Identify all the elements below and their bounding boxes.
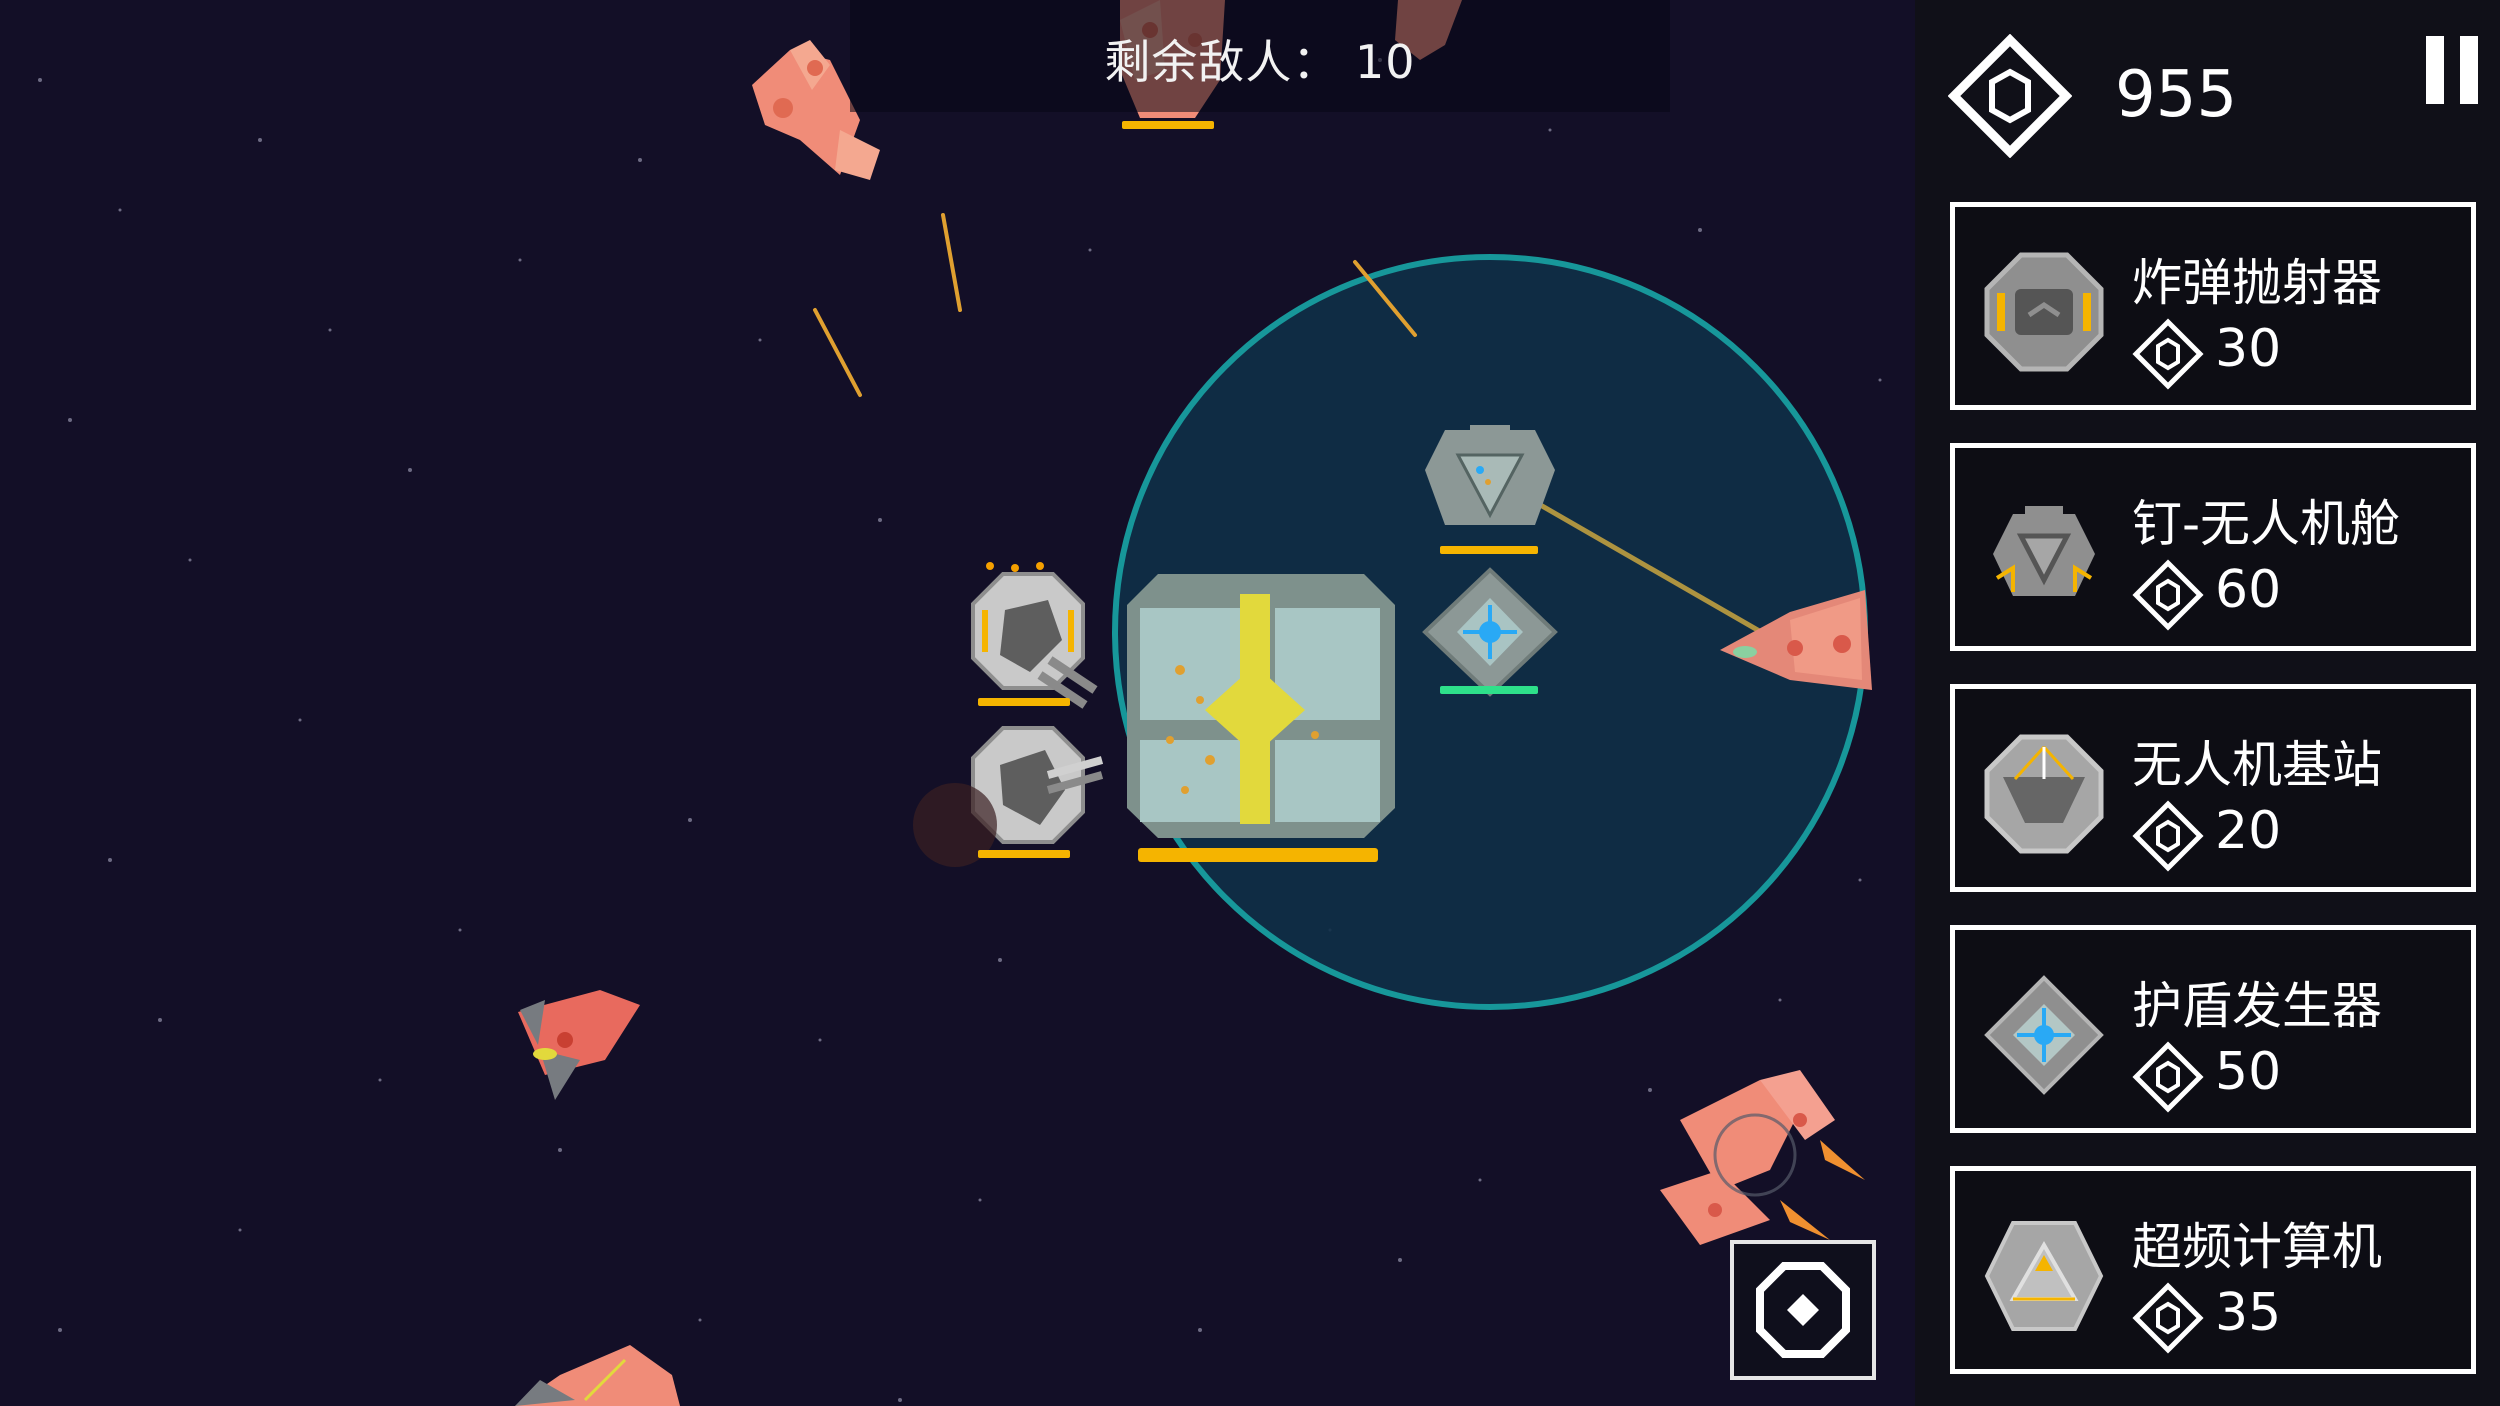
core-base[interactable] xyxy=(1127,574,1395,862)
shield-generator-icon xyxy=(1984,975,2104,1095)
shop-item-drone-base[interactable]: 无人机基站 20 xyxy=(1950,684,2476,892)
shop-item-bomb-launcher[interactable]: 炸弹抛射器 30 xyxy=(1950,202,2476,410)
pause-icon xyxy=(2426,36,2444,104)
pause-button[interactable] xyxy=(2420,30,2490,110)
shop-item-label: 炸弹抛射器 xyxy=(2132,254,2382,312)
shop-item-label: 护盾发生器 xyxy=(2132,977,2382,1035)
enemies-remaining-label: 剩余敌人： 10 xyxy=(1104,35,1416,89)
shop-item-cost: 60 xyxy=(2215,560,2282,620)
shop-item-overclock-computer[interactable]: 超频计算机 35 xyxy=(1950,1166,2476,1374)
shop-item-cost: 20 xyxy=(2215,801,2282,861)
drone-bay-health-bar xyxy=(1440,546,1538,554)
shop-item-label: 无人机基站 xyxy=(2132,736,2382,794)
shop-item-label: 钉-无人机舱 xyxy=(2132,495,2401,553)
drone-base-icon xyxy=(1984,734,2104,854)
shop-item-cost: 50 xyxy=(2215,1042,2282,1102)
build-mode-icon xyxy=(1756,1262,1850,1358)
enemy-ship xyxy=(518,990,640,1100)
cannon-turret[interactable] xyxy=(971,562,1098,709)
shield-energy-bar xyxy=(1440,686,1538,694)
cannon-health-bar xyxy=(978,850,1070,858)
shop-item-cost: 30 xyxy=(2215,319,2282,379)
gem-hexagon-icon xyxy=(2132,800,2204,872)
cannon-health-bar xyxy=(978,698,1070,706)
bomb-launcher-icon xyxy=(1984,252,2104,372)
gem-hexagon-icon xyxy=(1948,34,2072,158)
gem-hexagon-icon xyxy=(2132,1282,2204,1354)
gem-hexagon-icon xyxy=(2132,559,2204,631)
build-mode-button[interactable] xyxy=(1730,1240,1876,1380)
pause-icon xyxy=(2460,36,2478,104)
gem-hexagon-icon xyxy=(2132,318,2204,390)
enemy-ship xyxy=(1660,1070,1865,1245)
core-health-bar xyxy=(1138,848,1378,862)
nail-drone-bay-icon xyxy=(1993,506,2095,596)
overclock-computer-icon xyxy=(1984,1221,2104,1331)
gem-hexagon-icon xyxy=(2132,1041,2204,1113)
cannon-turret[interactable] xyxy=(913,726,1104,867)
shop-item-nail-drone-bay[interactable]: 钉-无人机舱 60 xyxy=(1950,443,2476,651)
currency-value: 955 xyxy=(2115,58,2238,132)
shop-item-shield-generator[interactable]: 护盾发生器 50 xyxy=(1950,925,2476,1133)
shop-item-cost: 35 xyxy=(2215,1283,2282,1343)
enemy-ship xyxy=(515,1345,680,1406)
shop-item-label: 超频计算机 xyxy=(2132,1218,2382,1276)
